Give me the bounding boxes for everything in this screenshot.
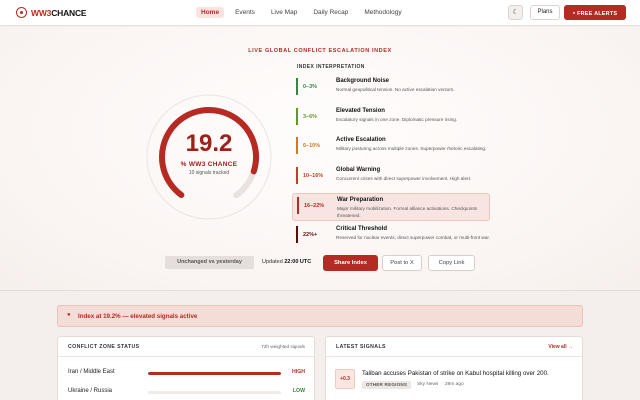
- nav-link-home[interactable]: Home: [196, 7, 225, 18]
- theme-toggle-button[interactable]: ☾: [508, 5, 523, 20]
- zone-level-label: HIGH: [292, 369, 305, 375]
- level-name: Active Escalation: [336, 137, 386, 143]
- zone-row[interactable]: Ukraine / Russia LOW: [58, 384, 314, 400]
- free-alerts-label: FREE ALERTS: [577, 11, 618, 17]
- nav-link-methodology[interactable]: Methodology: [359, 7, 406, 18]
- hero-title: LIVE GLOBAL CONFLICT ESCALATION INDEX: [248, 48, 392, 54]
- level-name: Elevated Tension: [336, 107, 385, 114]
- level-range: 6–10%: [303, 143, 321, 149]
- free-alerts-button[interactable]: ● FREE ALERTS: [564, 5, 626, 20]
- top-nav: WW3CHANCE Home Events Live Map Daily Recap M…: [0, 0, 640, 26]
- interpretation-row: 16–22% War Preparation Major military mobi…: [292, 193, 490, 221]
- zone-name: Ukraine / Russia: [68, 388, 113, 394]
- level-range: 0–3%: [303, 84, 318, 90]
- level-name: Background Noise: [336, 78, 390, 84]
- level-color-bar: [297, 197, 299, 214]
- bell-dot-icon: ●: [572, 10, 576, 15]
- level-range: 3–6%: [303, 113, 318, 120]
- logo[interactable]: WW3CHANCE: [16, 7, 87, 18]
- view-all-link[interactable]: View all →: [548, 344, 573, 350]
- change-status-chip: Unchanged vs yesterday: [165, 256, 254, 269]
- alert-banner: ● Index at 19.2% — elevated signals acti…: [57, 305, 583, 327]
- nav-link-daily-recap[interactable]: Daily Recap: [308, 7, 353, 18]
- panel-meta: 72h weighted signals: [261, 344, 305, 349]
- alert-banner-text: Index at 19.2% — elevated signals active: [78, 313, 198, 320]
- plans-button[interactable]: Plans: [530, 5, 560, 20]
- level-description: Major military mobilization. Formal alli…: [337, 206, 478, 219]
- level-name: Critical Threshold: [336, 225, 388, 232]
- level-range: 10–16%: [303, 172, 324, 179]
- interpretation-row: 22%+ Critical Threshold Reserved for nucle…: [292, 223, 490, 251]
- target-icon: [16, 7, 27, 18]
- post-to-x-button[interactable]: Post to X: [382, 255, 422, 271]
- zone-name: Iran / Middle East: [68, 369, 115, 375]
- gauge-value: 19.2: [185, 130, 233, 157]
- gauge-signal-count: 10 signals tracked: [188, 170, 230, 176]
- hero-section: LIVE GLOBAL CONFLICT ESCALATION INDEX 19…: [0, 27, 640, 291]
- level-color-bar: [296, 166, 298, 184]
- updated-time: Updated 22:00 UTC: [262, 259, 312, 265]
- interpretation-row: 3–6% Elevated Tension Escalatory signals i…: [292, 105, 490, 133]
- level-range: 16–22%: [304, 203, 325, 209]
- level-name: War Preparation: [337, 197, 384, 203]
- level-name: Global Warning: [336, 166, 381, 173]
- interpretation-row: 0–3% Background Noise Normal geopolitical …: [292, 75, 490, 103]
- gauge-label: % WW3 CHANCE: [180, 161, 238, 168]
- level-range: 22%+: [303, 231, 318, 238]
- brand-name: WW3CHANCE: [31, 7, 87, 18]
- signal-delta-badge: +0.3: [335, 369, 355, 389]
- signal-time: 29m ago: [445, 382, 464, 387]
- interpretation-heading: INDEX INTERPRETATION: [297, 64, 365, 70]
- zone-list: Iran / Middle East HIGH Ukraine / Russia LO…: [58, 365, 314, 400]
- conflict-zone-panel: CONFLICT ZONE STATUS 72h weighted signal…: [57, 336, 315, 400]
- signal-region-tag: OTHER REGIONS: [362, 381, 412, 389]
- nav-link-live-map[interactable]: Live Map: [266, 7, 302, 18]
- level-description: Military posturing across multiple zones…: [336, 146, 487, 151]
- zone-row[interactable]: Iran / Middle East HIGH: [58, 365, 314, 383]
- alert-dot-icon: ●: [67, 312, 71, 318]
- zone-level-track: [148, 371, 281, 375]
- level-color-bar: [296, 107, 298, 125]
- hero-actions: Unchanged vs yesterday Updated 22:00 UTC…: [0, 255, 640, 271]
- zone-level-label: LOW: [292, 388, 305, 394]
- signal-title[interactable]: Taliban accuses Pakistan of strike on Ka…: [362, 370, 549, 377]
- copy-link-button[interactable]: Copy Link: [428, 255, 475, 271]
- level-color-bar: [296, 137, 298, 154]
- nav-link-events[interactable]: Events: [230, 7, 260, 18]
- share-index-button[interactable]: Share Index: [323, 255, 378, 271]
- level-description: Normal geopolitical tension. No active e…: [336, 87, 455, 92]
- level-color-bar: [296, 78, 298, 95]
- level-description: Escalatory signals in one zone. Diplomat…: [336, 116, 458, 122]
- signal-source: Sky News: [417, 382, 439, 387]
- interpretation-list: 0–3% Background Noise Normal geopolitical …: [292, 75, 490, 252]
- level-color-bar: [296, 225, 298, 243]
- panel-header: LATEST SIGNALS View all →: [326, 337, 582, 357]
- escalation-gauge: 19.2 % WW3 CHANCE 10 signals tracked: [146, 94, 272, 220]
- level-description: Reserved for nuclear events; direct supe…: [336, 234, 490, 240]
- panel-title: LATEST SIGNALS: [336, 344, 386, 350]
- zone-level-track: [148, 390, 281, 394]
- nav-links: Home Events Live Map Daily Recap Methodology: [196, 7, 413, 18]
- level-description: Concurrent crises with direct superpower…: [336, 175, 472, 181]
- interpretation-row: 10–16% Global Warning Concurrent crises wi…: [292, 164, 490, 192]
- latest-signals-panel: LATEST SIGNALS View all → +0.3 Taliban a…: [325, 336, 583, 400]
- panel-header: CONFLICT ZONE STATUS 72h weighted signal…: [58, 337, 314, 357]
- interpretation-row: 6–10% Active Escalation Military posturing…: [292, 134, 490, 162]
- zone-level-fill: [148, 371, 281, 375]
- panel-title: CONFLICT ZONE STATUS: [68, 344, 140, 350]
